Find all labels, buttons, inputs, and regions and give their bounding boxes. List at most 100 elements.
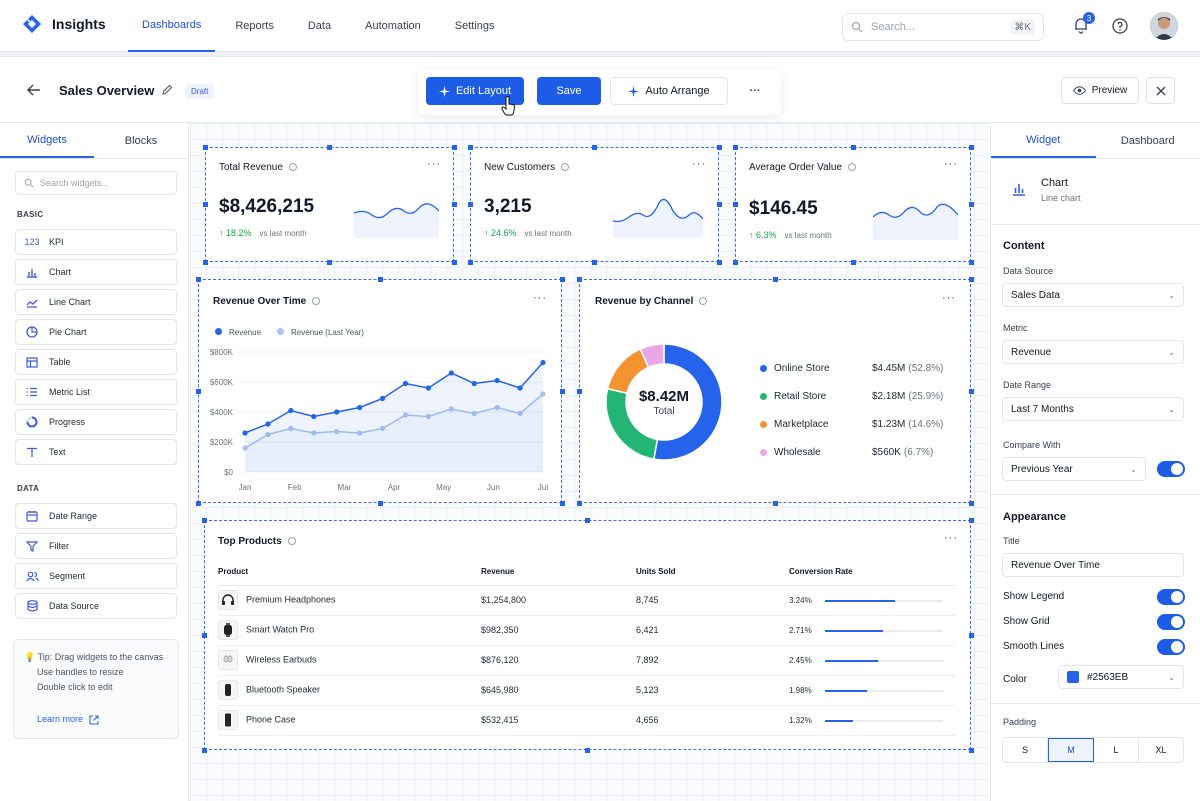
column-header-revenue[interactable]: Revenue [481, 559, 636, 585]
nav-automation[interactable]: Automation [351, 0, 435, 52]
table-row[interactable]: Premium Headphones$1,254,8008,7453.24% [218, 585, 956, 615]
show-grid-toggle[interactable] [1157, 614, 1185, 630]
legend-item[interactable]: Marketplace$1.23M(14.6%) [760, 410, 960, 438]
resize-handle[interactable] [202, 518, 207, 523]
data-point[interactable] [380, 396, 385, 401]
title-input[interactable]: Revenue Over Time [1002, 553, 1184, 577]
column-header-units[interactable]: Units Sold [636, 559, 789, 585]
tab-dashboard[interactable]: Dashboard [1096, 123, 1200, 158]
resize-handle[interactable] [452, 202, 457, 207]
data-point[interactable] [288, 408, 293, 413]
nav-data[interactable]: Data [294, 0, 345, 52]
legend-item[interactable]: Revenue [215, 328, 261, 337]
edit-title-icon[interactable] [161, 84, 173, 96]
resize-handle[interactable] [577, 501, 582, 506]
resize-handle[interactable] [969, 633, 974, 638]
data-point[interactable] [311, 414, 316, 419]
notifications-button[interactable]: 3 [1072, 16, 1090, 37]
preview-button[interactable]: Preview [1061, 77, 1139, 104]
card-menu-button[interactable]: ··· [944, 158, 958, 170]
resize-handle[interactable] [196, 501, 201, 506]
compare-toggle[interactable] [1157, 461, 1185, 477]
resize-handle[interactable] [468, 202, 473, 207]
resize-handle[interactable] [202, 633, 207, 638]
resize-handle[interactable] [969, 748, 974, 753]
kpi-card-new-customers[interactable]: New Customers ··· 3,215 ↑ 24.6%vs last m… [470, 147, 719, 262]
revenue-by-channel-card[interactable]: Revenue by Channel ··· $8.42M Total Onli… [579, 279, 971, 503]
resize-handle[interactable] [851, 260, 856, 265]
user-avatar[interactable] [1150, 12, 1178, 40]
resize-handle[interactable] [969, 202, 974, 207]
data-point[interactable] [495, 378, 500, 383]
resize-handle[interactable] [327, 260, 332, 265]
legend-item[interactable]: Retail Store$2.18M(25.9%) [760, 382, 960, 410]
data-point[interactable] [242, 430, 247, 435]
app-logo[interactable]: Insights [22, 14, 106, 34]
resize-handle[interactable] [577, 389, 582, 394]
card-menu-button[interactable]: ··· [533, 292, 547, 304]
padding-option-s[interactable]: S [1003, 738, 1048, 762]
nav-reports[interactable]: Reports [221, 0, 288, 52]
widget-item-metric-list[interactable]: Metric List [15, 379, 177, 405]
nav-settings[interactable]: Settings [441, 0, 509, 52]
resize-handle[interactable] [969, 277, 974, 282]
revenue-over-time-card[interactable]: Revenue Over Time ··· Revenue Revenue (L… [198, 279, 562, 503]
data-point[interactable] [517, 385, 522, 390]
resize-handle[interactable] [378, 277, 383, 282]
table-row[interactable]: Phone Case$532,4154,6561.32% [218, 705, 956, 735]
resize-handle[interactable] [196, 389, 201, 394]
data-point[interactable] [472, 381, 477, 386]
resize-handle[interactable] [452, 260, 457, 265]
resize-handle[interactable] [203, 260, 208, 265]
resize-handle[interactable] [203, 145, 208, 150]
resize-handle[interactable] [327, 145, 332, 150]
resize-handle[interactable] [717, 260, 722, 265]
padding-option-m[interactable]: M [1048, 738, 1094, 762]
resize-handle[interactable] [585, 518, 590, 523]
nav-dashboards[interactable]: Dashboards [128, 0, 215, 52]
smooth-lines-toggle[interactable] [1157, 639, 1185, 655]
widget-item-table[interactable]: Table [15, 349, 177, 375]
widget-item-pie-chart[interactable]: Pie Chart [15, 319, 177, 345]
resize-handle[interactable] [969, 389, 974, 394]
tab-widgets[interactable]: Widgets [0, 123, 94, 158]
resize-handle[interactable] [773, 501, 778, 506]
data-point[interactable] [540, 360, 545, 365]
metric-select[interactable]: Revenue⌄ [1002, 340, 1184, 364]
tab-widget[interactable]: Widget [991, 123, 1096, 158]
data-point[interactable] [357, 405, 362, 410]
kpi-card-total-revenue[interactable]: Total Revenue ··· $8,426,215 ↑ 18.2%vs l… [205, 147, 454, 262]
resize-handle[interactable] [452, 145, 457, 150]
widget-item-data-source[interactable]: Data Source [15, 593, 177, 619]
resize-handle[interactable] [851, 145, 856, 150]
top-products-card[interactable]: Top Products ··· Product Revenue Units S… [204, 520, 971, 750]
resize-handle[interactable] [592, 145, 597, 150]
resize-handle[interactable] [560, 277, 565, 282]
legend-item[interactable]: Online Store$4.45M(52.8%) [760, 354, 960, 382]
tab-blocks[interactable]: Blocks [94, 123, 188, 158]
back-arrow-icon[interactable] [26, 83, 42, 97]
kpi-card-average-order-value[interactable]: Average Order Value ··· $146.45 ↑ 6.3%vs… [735, 147, 971, 262]
resize-handle[interactable] [378, 501, 383, 506]
column-header-product[interactable]: Product [218, 559, 481, 585]
resize-handle[interactable] [196, 277, 201, 282]
widget-item-progress[interactable]: Progress [15, 409, 177, 435]
legend-item[interactable]: Revenue (Last Year) [277, 328, 364, 337]
data-source-select[interactable]: Sales Data⌄ [1002, 283, 1184, 307]
donut-slice[interactable] [608, 349, 649, 393]
card-menu-button[interactable]: ··· [944, 532, 958, 544]
resize-handle[interactable] [577, 277, 582, 282]
resize-handle[interactable] [733, 202, 738, 207]
card-menu-button[interactable]: ··· [427, 158, 441, 170]
table-row[interactable]: Wireless Earbuds$876,1207,8922.45% [218, 645, 956, 675]
learn-more-link[interactable]: Learn more [37, 712, 99, 727]
resize-handle[interactable] [468, 145, 473, 150]
data-point[interactable] [265, 421, 270, 426]
column-header-conversion[interactable]: Conversion Rate [789, 559, 956, 585]
resize-handle[interactable] [202, 748, 207, 753]
resize-handle[interactable] [733, 260, 738, 265]
resize-handle[interactable] [717, 145, 722, 150]
data-point[interactable] [426, 385, 431, 390]
resize-handle[interactable] [585, 748, 590, 753]
resize-handle[interactable] [969, 501, 974, 506]
